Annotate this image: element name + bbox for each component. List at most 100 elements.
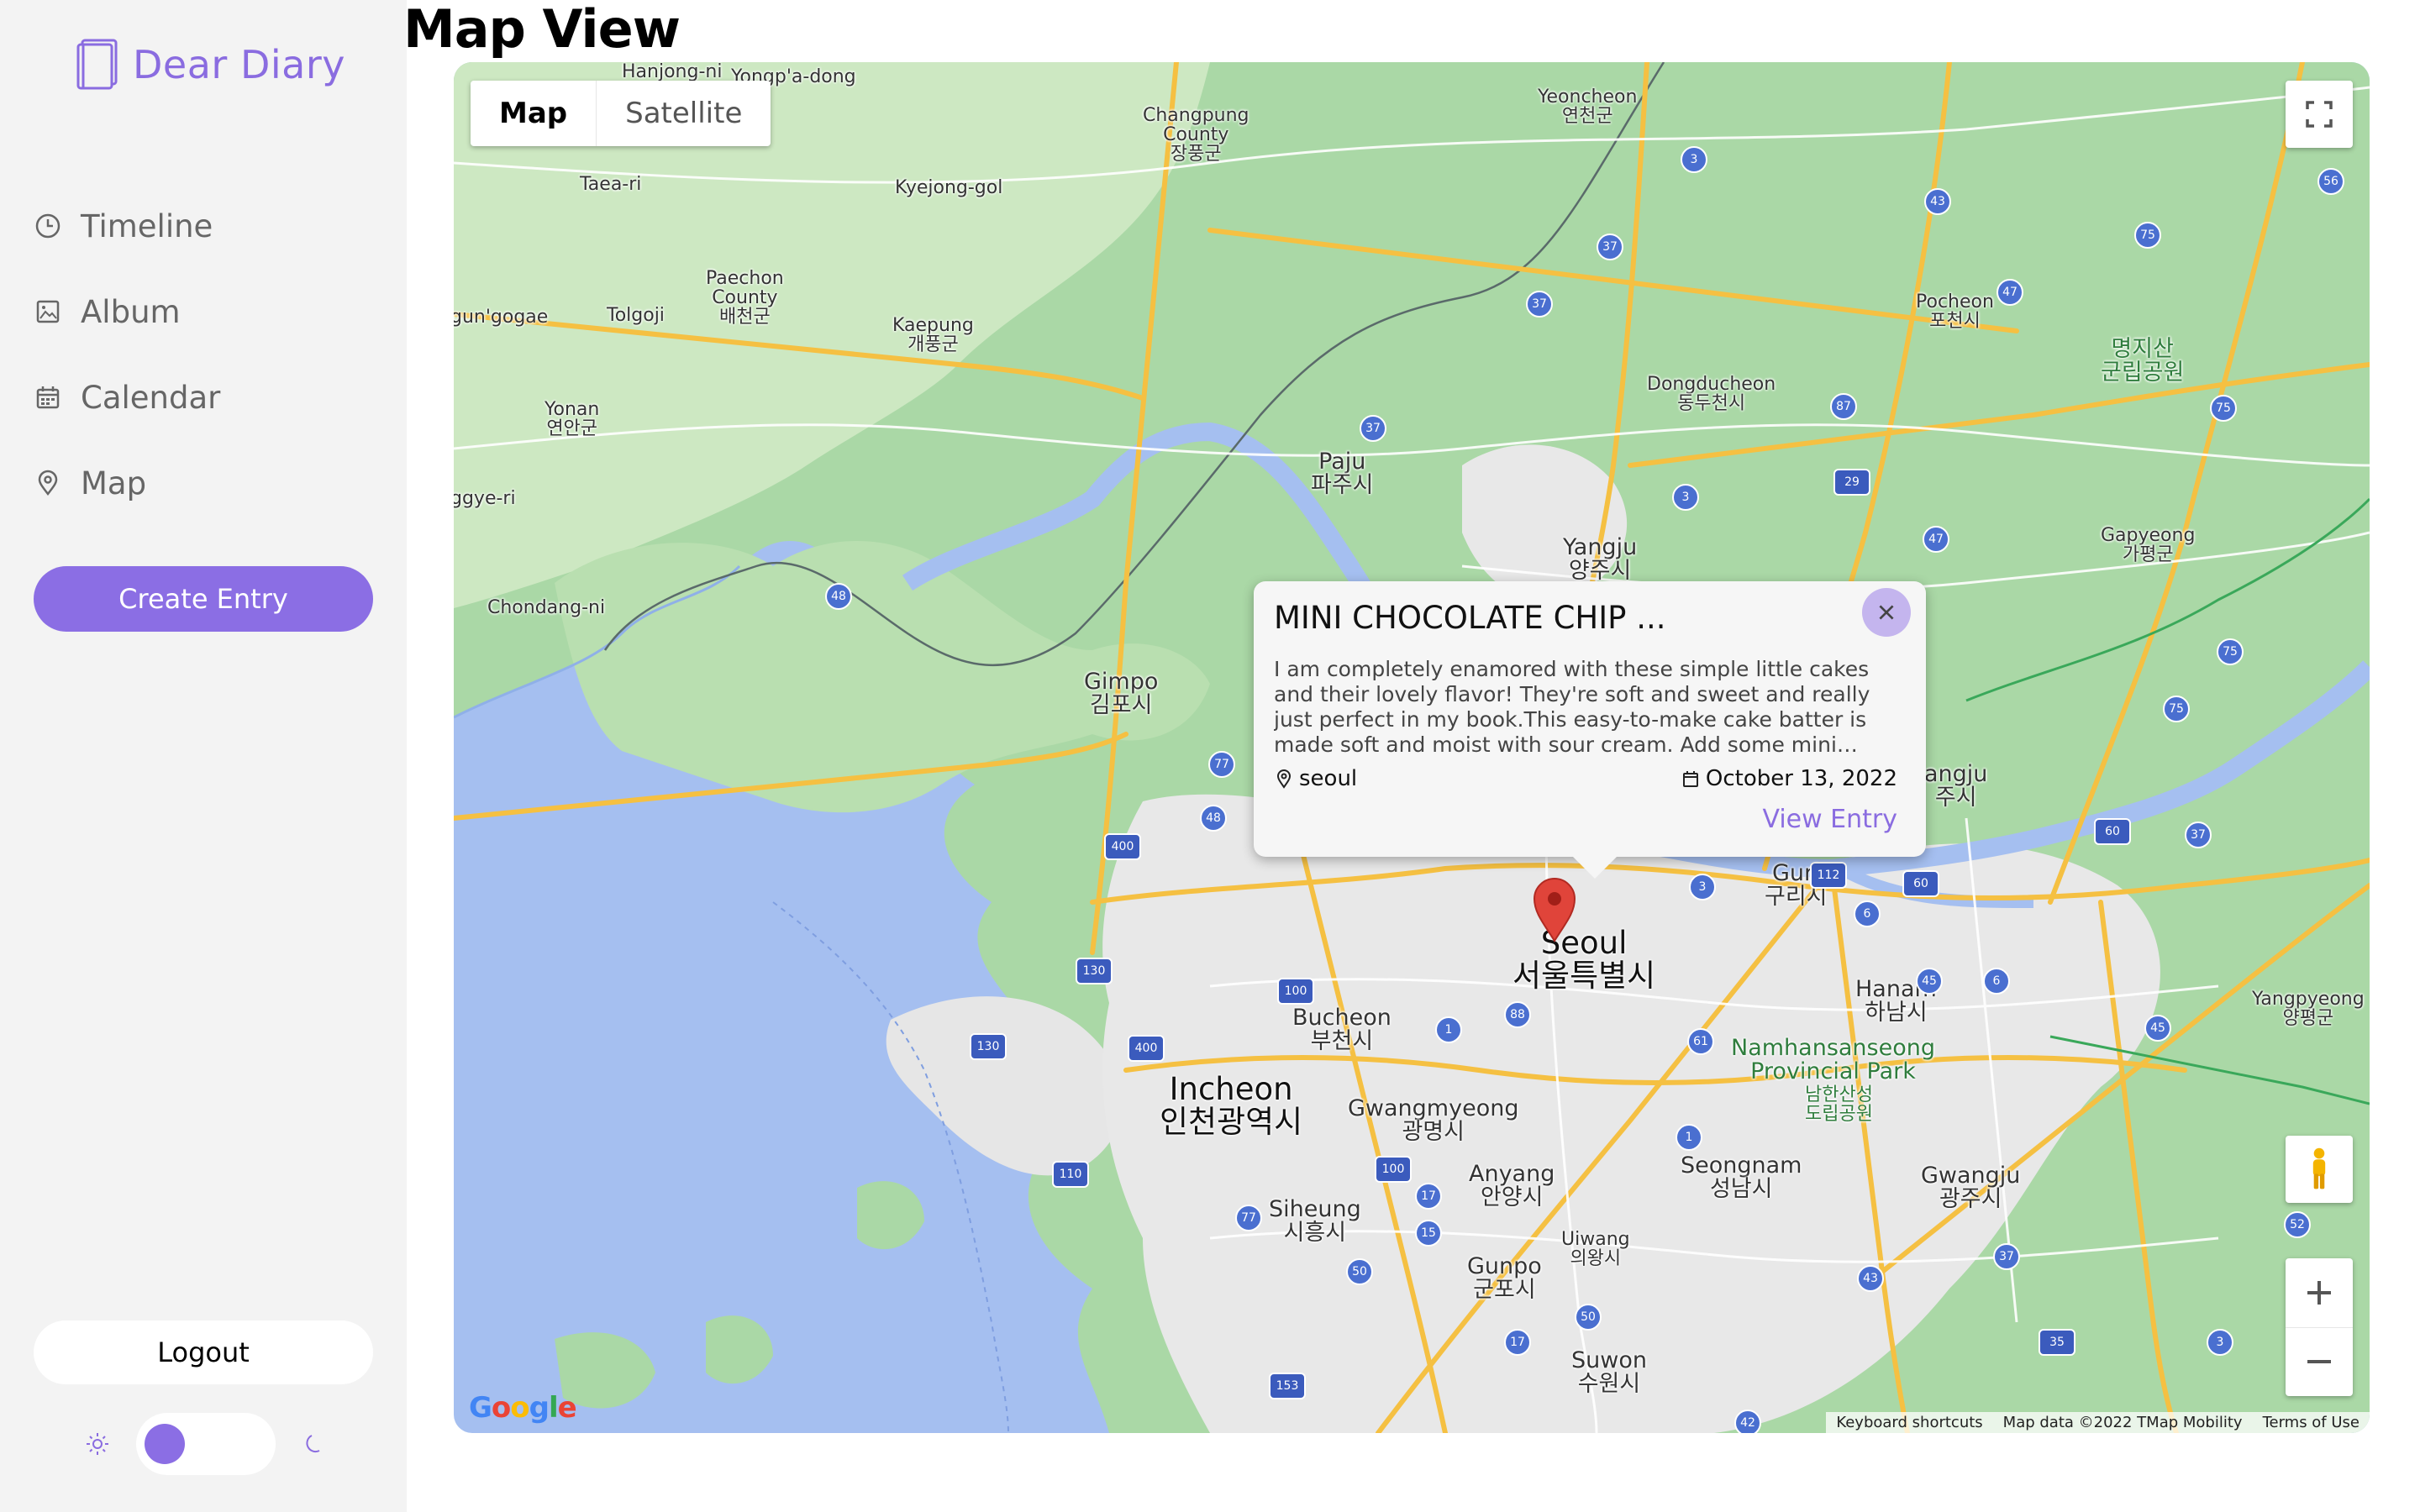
entry-location: seoul bbox=[1274, 766, 1357, 791]
road-shield: 1 bbox=[1435, 1016, 1462, 1043]
road-shield: 37 bbox=[1597, 234, 1623, 260]
clock-icon bbox=[35, 213, 60, 239]
fullscreen-icon bbox=[2306, 101, 2333, 128]
road-shield: 75 bbox=[2217, 638, 2244, 665]
nav-item-album[interactable]: Album bbox=[34, 269, 220, 354]
road-shield: 77 bbox=[1208, 751, 1235, 778]
entry-title: MINI CHOCOLATE CHIP ... bbox=[1274, 600, 1666, 636]
road-shield: 3 bbox=[1689, 874, 1716, 900]
road-shield: 56 bbox=[2317, 168, 2344, 195]
plus-icon bbox=[2307, 1280, 2331, 1305]
brand[interactable]: Dear Diary bbox=[76, 39, 345, 91]
road-shield: 37 bbox=[1360, 415, 1386, 442]
road-shield: 112 bbox=[1810, 862, 1847, 889]
google-logo: Google bbox=[469, 1391, 577, 1425]
road-shield: 42 bbox=[1734, 1410, 1761, 1433]
zoom-out-button[interactable] bbox=[2286, 1328, 2353, 1397]
road-shield: 60 bbox=[1902, 870, 1939, 897]
map-type-map-button[interactable]: Map bbox=[471, 81, 597, 146]
pin-icon bbox=[1276, 769, 1292, 789]
road-shield: 60 bbox=[2094, 818, 2131, 845]
nav-item-map[interactable]: Map bbox=[34, 440, 220, 526]
close-icon bbox=[1879, 605, 1894, 620]
zoom-in-button[interactable] bbox=[2286, 1258, 2353, 1328]
place-label: Chondang-ni bbox=[487, 597, 606, 618]
view-entry-link[interactable]: View Entry bbox=[1762, 805, 1897, 834]
pegman-icon bbox=[2312, 1147, 2326, 1189]
moon-icon[interactable] bbox=[301, 1431, 328, 1457]
nav-label: Album bbox=[81, 293, 181, 330]
road-shield: 130 bbox=[1076, 958, 1113, 984]
road-shield: 37 bbox=[2185, 822, 2212, 848]
place-label: Gwangmyeong 광명시 bbox=[1348, 1095, 1519, 1146]
nav-label: Calendar bbox=[81, 379, 221, 416]
road-shield: 48 bbox=[1200, 805, 1227, 832]
nav-label: Timeline bbox=[81, 207, 213, 244]
road-shield: 17 bbox=[1504, 1329, 1531, 1356]
place-label: ggye-ri bbox=[454, 488, 516, 509]
place-label: Taea-ri bbox=[580, 174, 642, 195]
place-label: Paju 파주시 bbox=[1311, 449, 1374, 499]
fullscreen-button[interactable] bbox=[2286, 81, 2353, 148]
place-label: Anyang 안양시 bbox=[1469, 1161, 1555, 1211]
place-label: Paechon County 배천군 bbox=[706, 268, 784, 328]
keyboard-shortcuts-link[interactable]: Keyboard shortcuts bbox=[1836, 1414, 1982, 1431]
sidebar-nav: Timeline Album Calendar Map bbox=[34, 183, 220, 526]
sun-icon[interactable] bbox=[84, 1431, 111, 1457]
toggle-knob bbox=[145, 1424, 185, 1464]
entry-date: October 13, 2022 bbox=[1681, 766, 1897, 791]
road-shield: 50 bbox=[1575, 1304, 1602, 1331]
create-entry-button[interactable]: Create Entry bbox=[34, 566, 373, 632]
road-shield: 400 bbox=[1104, 833, 1141, 860]
road-shield: 75 bbox=[2163, 696, 2190, 722]
close-popup-button[interactable] bbox=[1862, 588, 1911, 637]
road-shield: 37 bbox=[1993, 1243, 2020, 1270]
place-label: Kaepung 개풍군 bbox=[892, 315, 974, 356]
road-shield: 47 bbox=[1923, 526, 1949, 553]
road-shield: 400 bbox=[1128, 1035, 1165, 1062]
road-shield: 3 bbox=[1672, 484, 1699, 511]
road-shield: 100 bbox=[1375, 1156, 1412, 1183]
map-data-text: Map data ©2022 TMap Mobility bbox=[2002, 1414, 2243, 1431]
map-type-satellite-button[interactable]: Satellite bbox=[597, 81, 771, 146]
map-attribution: Keyboard shortcuts Map data ©2022 TMap M… bbox=[1826, 1412, 2370, 1433]
diary-logo-icon bbox=[76, 39, 118, 90]
nav-label: Map bbox=[81, 465, 147, 501]
road-shield: 37 bbox=[1526, 291, 1553, 318]
logout-button[interactable]: Logout bbox=[34, 1320, 373, 1384]
pin-icon bbox=[38, 470, 58, 496]
road-shield: 45 bbox=[2144, 1015, 2171, 1042]
place-label: Gimpo 김포시 bbox=[1084, 669, 1159, 719]
entry-date-text: October 13, 2022 bbox=[1705, 766, 1897, 791]
entry-info-window: MINI CHOCOLATE CHIP ... I am completely … bbox=[1254, 581, 1926, 879]
place-label: Yonan 연안군 bbox=[544, 399, 600, 440]
street-view-button[interactable] bbox=[2286, 1136, 2353, 1203]
road-shield: 100 bbox=[1277, 978, 1314, 1005]
calendar-icon bbox=[36, 386, 60, 409]
place-label: Hanjong-ni bbox=[622, 62, 723, 82]
road-shield: 48 bbox=[825, 583, 852, 610]
place-label: Yangpyeong 양평군 bbox=[2252, 989, 2365, 1030]
map-type-control: Map Satellite bbox=[471, 81, 771, 146]
road-shield: 130 bbox=[970, 1033, 1007, 1060]
road-shield: 15 bbox=[1415, 1220, 1442, 1247]
road-shield: 3 bbox=[2207, 1329, 2233, 1356]
road-shield: 43 bbox=[1857, 1265, 1884, 1292]
entry-location-text: seoul bbox=[1299, 766, 1358, 791]
road-shield: 153 bbox=[1269, 1373, 1306, 1399]
place-label: Yangju 양주시 bbox=[1563, 534, 1638, 585]
place-label: 명지산 군립공원 bbox=[2101, 336, 2185, 386]
theme-toggle[interactable] bbox=[136, 1413, 276, 1475]
nav-item-calendar[interactable]: Calendar bbox=[34, 354, 220, 440]
road-shield: 17 bbox=[1415, 1183, 1442, 1210]
brand-name: Dear Diary bbox=[133, 42, 345, 87]
road-shield: 75 bbox=[2210, 395, 2237, 422]
terms-link[interactable]: Terms of Use bbox=[2263, 1414, 2360, 1431]
map-marker-icon[interactable] bbox=[1531, 875, 1578, 942]
minus-icon bbox=[2307, 1360, 2331, 1364]
place-label: Yeoncheon 연천군 bbox=[1538, 87, 1638, 128]
place-label: Gapyeong 가평군 bbox=[2101, 525, 2196, 566]
nav-item-timeline[interactable]: Timeline bbox=[34, 183, 220, 269]
road-shield: 35 bbox=[2039, 1329, 2075, 1356]
road-shield: 6 bbox=[1854, 900, 1881, 927]
